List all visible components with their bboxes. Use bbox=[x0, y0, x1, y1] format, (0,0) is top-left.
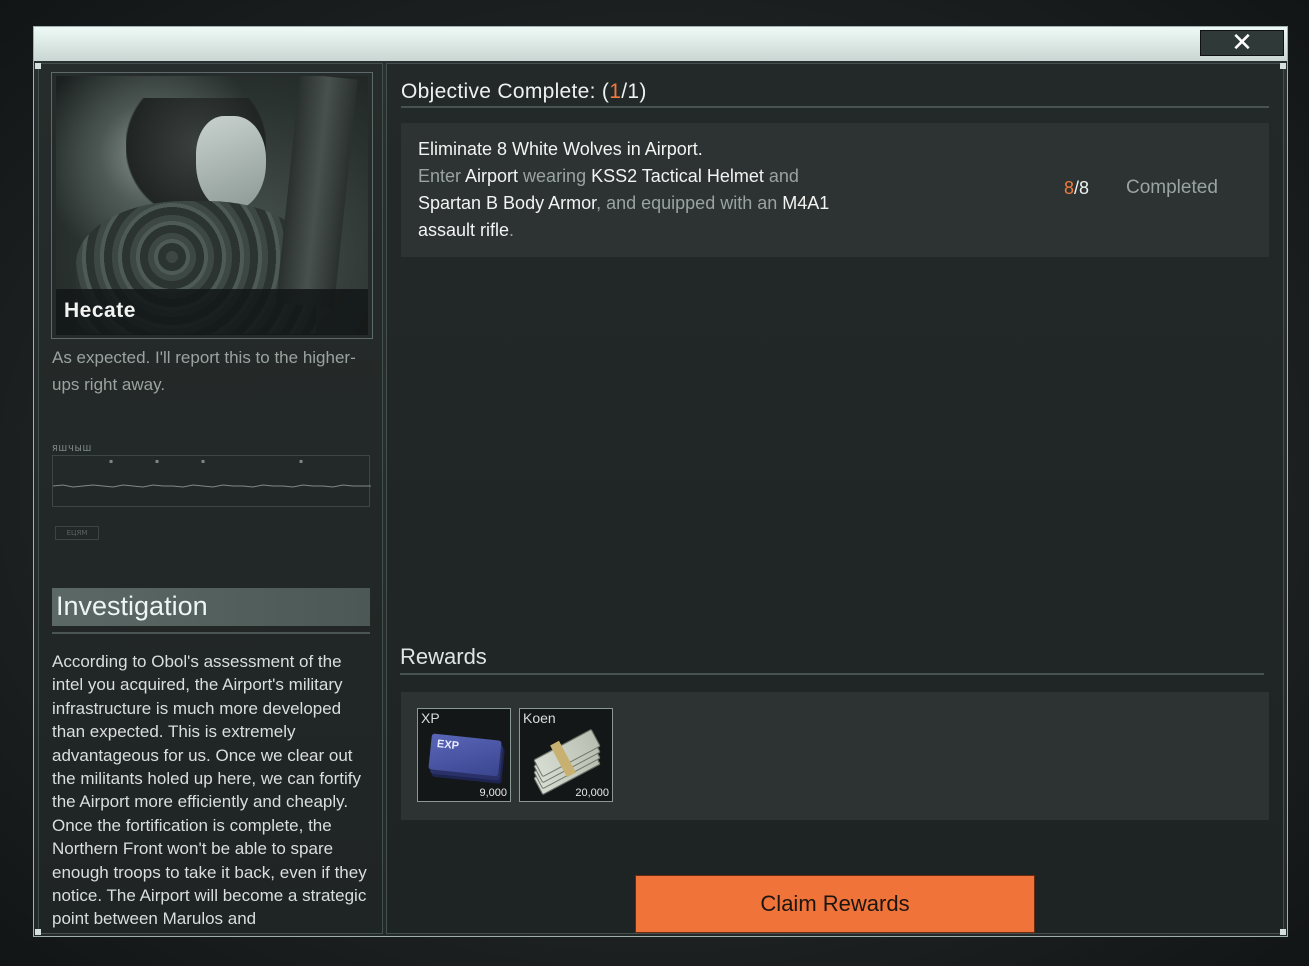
cash-stack-icon bbox=[533, 728, 601, 796]
reward-label: XP bbox=[421, 710, 440, 726]
dialog-titlebar: ✕ bbox=[34, 27, 1287, 61]
exp-ticket-icon: EXP bbox=[428, 733, 502, 777]
divider bbox=[400, 673, 1264, 675]
rewards-list: EXP XP 9,000 Koen 20,000 bbox=[401, 692, 1269, 820]
reward-item-koen[interactable]: Koen 20,000 bbox=[519, 708, 613, 802]
mission-description: According to Obol's assessment of the in… bbox=[52, 652, 367, 929]
reward-quantity: 9,000 bbox=[479, 787, 507, 799]
objective-progress: 8/8 bbox=[1064, 178, 1090, 198]
divider bbox=[52, 632, 370, 634]
signal-label: ЯШЧЫШ bbox=[52, 444, 93, 453]
portrait-frame: Hecate bbox=[51, 72, 373, 339]
character-name-bar: Hecate bbox=[56, 289, 368, 335]
mission-title: Investigation bbox=[56, 591, 208, 621]
divider bbox=[401, 106, 1269, 108]
character-name: Hecate bbox=[64, 299, 136, 322]
reward-quantity: 20,000 bbox=[575, 787, 609, 799]
mission-title-bar: Investigation bbox=[52, 588, 370, 626]
objective-status: Completed bbox=[1126, 177, 1218, 198]
objective-item: Eliminate 8 White Wolves in Airport. Ent… bbox=[401, 123, 1269, 257]
objective-description: Eliminate 8 White Wolves in Airport. Ent… bbox=[418, 139, 830, 240]
close-button[interactable]: ✕ bbox=[1200, 30, 1284, 56]
character-quote: As expected. I'll report this to the hig… bbox=[52, 348, 356, 394]
objective-done-count: 1 bbox=[609, 80, 622, 103]
objective-complete-dialog: ✕ Hecate As expected. I'll report this t… bbox=[33, 26, 1288, 937]
reward-item-xp[interactable]: EXP XP 9,000 bbox=[417, 708, 511, 802]
signal-badge: ЕЦЯМ bbox=[55, 526, 99, 540]
close-icon: ✕ bbox=[1231, 28, 1253, 58]
character-panel: Hecate As expected. I'll report this to … bbox=[38, 63, 383, 934]
objective-header: Objective Complete: (1/1) bbox=[401, 80, 647, 103]
claim-rewards-button[interactable]: Claim Rewards bbox=[635, 875, 1035, 933]
objective-panel: Objective Complete: (1/1) Eliminate 8 Wh… bbox=[386, 63, 1284, 934]
waveform-icon bbox=[53, 484, 371, 488]
rewards-title: Rewards bbox=[400, 644, 487, 669]
reward-label: Koen bbox=[523, 710, 556, 726]
signal-waveform: ▪ ▪ ▪ ▪ bbox=[52, 455, 371, 507]
